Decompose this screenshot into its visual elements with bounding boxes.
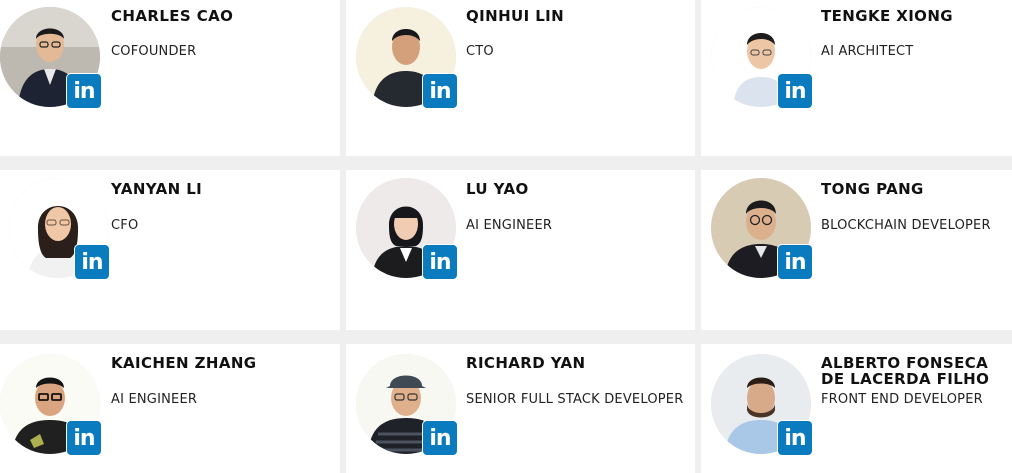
linkedin-icon[interactable]: in [777,420,813,456]
member-role: AI ARCHITECT [821,44,914,59]
linkedin-icon[interactable]: in [66,73,102,109]
member-name: QINHUI LIN [466,7,565,25]
member-name: YANYAN LI [111,180,203,198]
member-role: CTO [466,44,494,59]
member-role: FRONT END DEVELOPER [821,392,983,407]
team-member-card: in YANYAN LI CFO [0,170,340,330]
team-grid: in CHARLES CAO COFOUNDER in QINHUI LIN C… [0,0,1012,473]
member-name: CHARLES CAO [111,7,234,25]
avatar-container: in [356,178,458,280]
linkedin-icon[interactable]: in [422,244,458,280]
member-name: ALBERTO FONSECA DE LACERDA FILHO [821,354,990,388]
linkedin-icon[interactable]: in [422,420,458,456]
team-member-card: in TONG PANG BLOCKCHAIN DEVELOPER [701,170,1012,330]
member-role: BLOCKCHAIN DEVELOPER [821,218,991,233]
team-member-card: in TENGKE XIONG AI ARCHITECT [701,0,1012,156]
avatar-container: in [711,7,813,109]
avatar-container: in [0,354,102,456]
team-member-card: in CHARLES CAO COFOUNDER [0,0,340,156]
avatar-container: in [356,7,458,109]
member-name: KAICHEN ZHANG [111,354,257,372]
team-member-card: in KAICHEN ZHANG AI ENGINEER [0,344,340,473]
avatar-container: in [0,7,102,109]
team-member-card: in ALBERTO FONSECA DE LACERDA FILHO FRON… [701,344,1012,473]
linkedin-icon[interactable]: in [777,73,813,109]
member-role: AI ENGINEER [111,392,198,407]
member-role: CFO [111,218,139,233]
member-name: TONG PANG [821,180,924,198]
team-member-card: in QINHUI LIN CTO [346,0,695,156]
member-role: COFOUNDER [111,44,197,59]
member-name: RICHARD YAN [466,354,586,372]
member-name: LU YAO [466,180,529,198]
linkedin-icon[interactable]: in [66,420,102,456]
team-member-card: in LU YAO AI ENGINEER [346,170,695,330]
member-role: AI ENGINEER [466,218,553,233]
avatar-container: in [711,354,813,456]
team-member-card: in RICHARD YAN SENIOR FULL STACK DEVELOP… [346,344,695,473]
linkedin-icon[interactable]: in [74,244,110,280]
linkedin-icon[interactable]: in [777,244,813,280]
linkedin-icon[interactable]: in [422,73,458,109]
avatar-container: in [711,178,813,280]
member-name: TENGKE XIONG [821,7,953,25]
member-role: SENIOR FULL STACK DEVELOPER [466,392,684,407]
avatar-container: in [8,178,110,280]
avatar-container: in [356,354,458,456]
